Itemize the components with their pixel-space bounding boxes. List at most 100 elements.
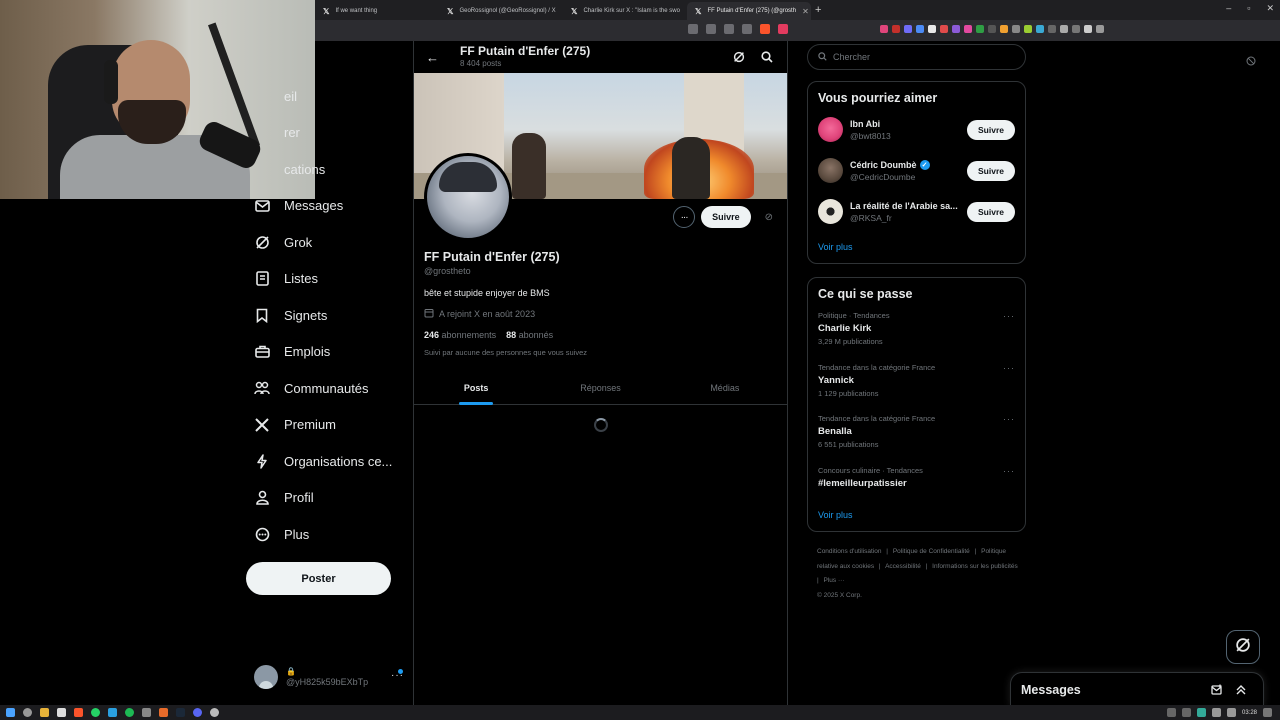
tab-replies[interactable]: Réponses <box>538 371 662 404</box>
nav-item-grok[interactable]: Grok <box>244 224 409 261</box>
post-button[interactable]: Poster <box>246 562 391 595</box>
footer-link[interactable]: Informations sur les publicités <box>932 563 1018 570</box>
browser-tab-3[interactable]: 𝕏 FF Putain d'Enfer (275) (@grosth ✕ <box>687 2 811 20</box>
browser-tab-2[interactable]: 𝕏 Charlie Kirk sur X : "Islam is the swo <box>563 2 687 20</box>
extension-icon[interactable] <box>880 25 888 33</box>
extension-icon[interactable] <box>976 25 984 33</box>
footer-link[interactable]: Conditions d'utilisation <box>817 548 881 555</box>
search-icon[interactable] <box>761 50 773 68</box>
extension-icon[interactable] <box>892 25 900 33</box>
footer-link[interactable]: Politique de Confidentialité <box>893 548 970 555</box>
trend-more-button[interactable]: ··· <box>1003 466 1015 476</box>
trend-item[interactable]: Concours culinaire · Tendances #lemeille… <box>808 460 1025 500</box>
trend-item[interactable]: Tendance dans la catégorie France Yannic… <box>808 357 1025 409</box>
grok-icon[interactable] <box>733 50 745 68</box>
suggestion-item[interactable]: Cédric Doumbè ✓ @CedricDoumbe Suivre <box>808 150 1025 191</box>
nav-item-jobs[interactable]: Emplois <box>244 334 409 371</box>
search-input[interactable] <box>833 52 1013 62</box>
tray-icon[interactable] <box>1166 708 1176 717</box>
share-icon[interactable] <box>724 24 734 34</box>
suggestion-item[interactable]: La réalité de l'Arabie sa... @RKSA_fr Su… <box>808 191 1025 232</box>
extension-icon[interactable] <box>1036 25 1044 33</box>
following-link[interactable]: 246 abonnements <box>424 330 496 340</box>
follow-button[interactable]: Suivre <box>967 201 1015 222</box>
see-more-link[interactable]: Voir plus <box>808 232 1025 263</box>
nav-item-bookmarks[interactable]: Signets <box>244 297 409 334</box>
nav-item-more[interactable]: Plus <box>244 516 409 553</box>
nav-item-communities[interactable]: Communautés <box>244 370 409 407</box>
notifications-icon[interactable] <box>1263 708 1272 717</box>
expand-chevron-icon[interactable] <box>1235 683 1247 701</box>
obs-icon[interactable] <box>210 708 219 717</box>
nav-item-profile[interactable]: Profil <box>244 480 409 517</box>
follow-button[interactable]: Suivre <box>967 160 1015 181</box>
app-icon[interactable] <box>142 708 151 717</box>
messages-drawer[interactable]: Messages <box>1010 672 1264 706</box>
app-icon[interactable] <box>57 708 66 717</box>
new-tab-button[interactable]: + <box>815 4 821 16</box>
windows-start-icon[interactable] <box>6 708 15 717</box>
extension-icon[interactable] <box>1048 25 1056 33</box>
app-icon[interactable] <box>108 708 117 717</box>
brave-rewards-icon[interactable] <box>778 24 788 34</box>
suggestion-item[interactable]: Ibn Abi @bwt8013 Suivre <box>808 109 1025 150</box>
account-switcher[interactable]: 🔒 @yH825k59bEXbTp ··· <box>254 664 404 690</box>
spotify-icon[interactable] <box>125 708 134 717</box>
nav-item-home[interactable]: eil <box>244 78 409 115</box>
trend-more-button[interactable]: ··· <box>1003 414 1015 424</box>
nav-item-messages[interactable]: Messages <box>244 188 409 225</box>
see-more-link[interactable]: Voir plus <box>808 500 1025 531</box>
trend-item[interactable]: Politique · Tendances Charlie Kirk 3,29 … <box>808 305 1025 357</box>
footer-link[interactable]: Plus ··· <box>824 577 845 584</box>
steam-icon[interactable] <box>176 708 185 717</box>
maximize-button[interactable]: ▫ <box>1247 3 1250 14</box>
search-box[interactable] <box>807 44 1026 70</box>
footer-link[interactable]: Accessibilité <box>885 563 921 570</box>
follow-button[interactable]: Suivre <box>701 206 751 228</box>
extension-icon[interactable] <box>1000 25 1008 33</box>
tray-icon[interactable] <box>1181 708 1191 717</box>
extension-icon[interactable] <box>904 25 912 33</box>
install-app-icon[interactable] <box>688 24 698 34</box>
extension-icon[interactable] <box>1072 25 1080 33</box>
wifi-icon[interactable] <box>1211 708 1221 717</box>
block-icon[interactable] <box>1246 53 1256 71</box>
app-icon[interactable] <box>159 708 168 717</box>
bookmark-page-icon[interactable] <box>742 24 752 34</box>
block-icon[interactable]: ⊘ <box>765 212 773 223</box>
extension-icon[interactable] <box>1012 25 1020 33</box>
volume-icon[interactable] <box>1226 708 1236 717</box>
extension-icon[interactable] <box>1096 25 1104 33</box>
nav-item-premium[interactable]: Premium <box>244 407 409 444</box>
extension-icon[interactable] <box>928 25 936 33</box>
followers-link[interactable]: 88 abonnés <box>506 330 553 340</box>
profile-avatar[interactable] <box>424 153 512 241</box>
extension-icon[interactable] <box>964 25 972 33</box>
minimize-button[interactable]: – <box>1226 3 1231 14</box>
profile-more-button[interactable]: ··· <box>673 206 696 228</box>
extension-icon[interactable] <box>952 25 960 33</box>
extension-icon[interactable] <box>940 25 948 33</box>
extension-icon[interactable] <box>1024 25 1032 33</box>
nav-item-explore[interactable]: rer <box>244 115 409 152</box>
clock[interactable]: 03:28 <box>1242 710 1257 716</box>
extension-icon[interactable] <box>988 25 996 33</box>
nav-item-notifications[interactable]: cations <box>244 151 409 188</box>
file-explorer-icon[interactable] <box>40 708 49 717</box>
trend-item[interactable]: Tendance dans la catégorie France Benall… <box>808 408 1025 460</box>
brave-browser-icon[interactable] <box>74 708 83 717</box>
browser-tab-1[interactable]: 𝕏 GeoRossignol (@GeoRossignol) / X <box>439 2 563 20</box>
new-message-icon[interactable] <box>1211 683 1223 701</box>
zoom-icon[interactable] <box>706 24 716 34</box>
browser-tab-0[interactable]: 𝕏 If we want thing <box>315 2 439 20</box>
address-bar[interactable] <box>315 23 675 38</box>
nav-item-lists[interactable]: Listes <box>244 261 409 298</box>
grok-floating-button[interactable] <box>1226 630 1260 664</box>
nav-item-organizations[interactable]: Organisations ce... <box>244 443 409 480</box>
tray-icon[interactable] <box>1196 708 1206 717</box>
close-window-button[interactable]: ✕ <box>1266 3 1274 14</box>
whatsapp-icon[interactable] <box>91 708 100 717</box>
close-tab-icon[interactable]: ✕ <box>802 7 809 16</box>
trend-more-button[interactable]: ··· <box>1003 311 1015 321</box>
tab-media[interactable]: Médias <box>663 371 787 404</box>
